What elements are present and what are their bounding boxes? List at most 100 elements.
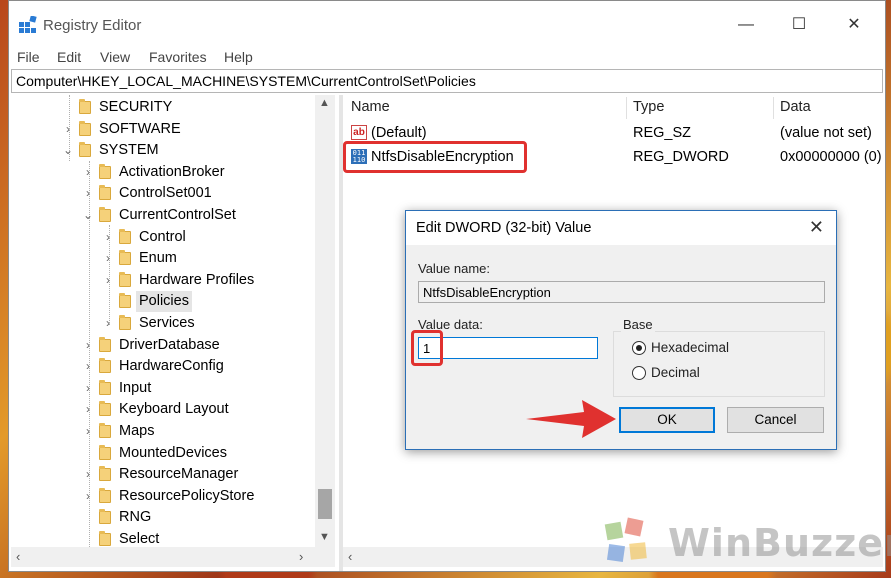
close-button[interactable]: ✕ <box>831 9 877 41</box>
chevron-down-icon[interactable]: ⌄ <box>61 140 75 161</box>
radio-decimal-label[interactable]: Decimal <box>651 365 700 380</box>
window-title: Registry Editor <box>43 17 142 34</box>
scroll-up-arrow-icon[interactable]: ▲ <box>319 97 330 109</box>
ok-button[interactable]: OK <box>619 407 715 433</box>
tree-item-label: ActivationBroker <box>119 163 225 180</box>
radio-decimal[interactable] <box>632 366 646 380</box>
tree-item-security[interactable]: SECURITY <box>11 97 311 118</box>
folder-icon <box>99 379 111 395</box>
menu-bar: File Edit View Favorites Help <box>9 45 885 69</box>
tree-item-label: HardwareConfig <box>119 358 224 375</box>
menu-favorites[interactable]: Favorites <box>149 49 207 65</box>
winbuzzer-logo-icon <box>604 517 647 563</box>
chevron-right-icon[interactable]: › <box>81 399 95 420</box>
tree-item-services[interactable]: › Services <box>11 313 311 334</box>
red-arrow-pointer-icon <box>526 400 616 438</box>
tree-item-label: Maps <box>119 423 155 439</box>
folder-icon <box>79 120 91 136</box>
value-data-input[interactable]: 1 <box>418 337 598 359</box>
tree-item-hardwareconfig[interactable]: › HardwareConfig <box>11 356 311 377</box>
tree-vertical-scrollbar[interactable]: ▲ ▼ <box>315 95 335 547</box>
dialog-close-icon[interactable]: ✕ <box>809 217 824 238</box>
tree-horizontal-scrollbar[interactable]: ‹ › <box>11 547 335 567</box>
chevron-right-icon[interactable]: › <box>101 227 115 248</box>
cancel-button[interactable]: Cancel <box>727 407 824 433</box>
chevron-right-icon[interactable]: › <box>101 270 115 291</box>
folder-icon <box>99 336 111 352</box>
base-group-label: Base <box>621 317 655 332</box>
tree-item-driverdatabase[interactable]: › DriverDatabase <box>11 335 311 356</box>
folder-icon <box>79 142 91 158</box>
folder-icon <box>99 509 111 525</box>
scroll-left-arrow-icon[interactable]: ‹ <box>348 549 352 564</box>
chevron-right-icon[interactable]: › <box>101 313 115 334</box>
tree-item-maps[interactable]: › Maps <box>11 421 311 442</box>
folder-icon <box>119 250 131 266</box>
tree-item-label: ControlSet001 <box>119 185 212 202</box>
scroll-left-arrow-icon[interactable]: ‹ <box>16 549 20 564</box>
tree-item-resourcepolicystore[interactable]: › ResourcePolicyStore <box>11 486 311 507</box>
tree-item-label: Control <box>139 228 186 245</box>
scroll-down-arrow-icon[interactable]: ▼ <box>319 531 330 543</box>
tree-item-rng[interactable]: RNG <box>11 507 311 528</box>
chevron-right-icon[interactable]: › <box>81 486 95 507</box>
column-header-data[interactable]: Data <box>780 99 811 115</box>
chevron-right-icon[interactable]: › <box>81 356 95 377</box>
chevron-right-icon[interactable]: › <box>81 464 95 485</box>
chevron-right-icon[interactable]: › <box>81 162 95 183</box>
tree-item-enum[interactable]: › Enum <box>11 248 311 269</box>
tree-item-activationbroker[interactable]: › ActivationBroker <box>11 162 311 183</box>
chevron-right-icon[interactable]: › <box>61 119 75 140</box>
value-name-field: NtfsDisableEncryption <box>418 281 825 303</box>
scroll-right-arrow-icon[interactable]: › <box>299 549 303 564</box>
folder-icon <box>99 487 111 503</box>
highlight-box-value-name <box>343 141 527 173</box>
title-bar: Registry Editor — ☐ ✕ <box>9 1 885 45</box>
chevron-right-icon[interactable]: › <box>81 183 95 204</box>
watermark: WinBuzzer <box>600 515 891 570</box>
menu-help[interactable]: Help <box>224 49 253 65</box>
watermark-text: WinBuzzer <box>668 521 891 565</box>
chevron-right-icon[interactable]: › <box>81 335 95 356</box>
column-header-type[interactable]: Type <box>633 99 664 115</box>
tree-item-controlset001[interactable]: › ControlSet001 <box>11 183 311 204</box>
menu-edit[interactable]: Edit <box>57 49 81 65</box>
column-separator[interactable] <box>626 97 627 119</box>
tree-item-system[interactable]: ⌄ SYSTEM <box>11 140 311 161</box>
tree-item-policies[interactable]: Policies <box>11 291 311 313</box>
tree-item-label: MountedDevices <box>119 444 227 461</box>
chevron-right-icon[interactable]: › <box>101 248 115 269</box>
chevron-right-icon[interactable]: › <box>81 378 95 399</box>
tree-item-mounteddevices[interactable]: MountedDevices <box>11 443 311 464</box>
column-separator[interactable] <box>773 97 774 119</box>
tree-item-resourcemanager[interactable]: › ResourceManager <box>11 464 311 485</box>
tree-item-label: SECURITY <box>99 99 173 115</box>
folder-icon <box>99 444 111 460</box>
dialog-title: Edit DWORD (32-bit) Value <box>416 220 592 236</box>
tree-scroll-thumb[interactable] <box>318 489 332 519</box>
column-header-name[interactable]: Name <box>351 99 390 115</box>
radio-hexadecimal-label[interactable]: Hexadecimal <box>651 340 729 355</box>
address-bar[interactable]: Computer\HKEY_LOCAL_MACHINE\SYSTEM\Curre… <box>11 69 883 93</box>
folder-icon <box>119 271 131 287</box>
folder-icon <box>119 228 131 244</box>
chevron-right-icon[interactable]: › <box>81 421 95 442</box>
tree-item-label: CurrentControlSet <box>119 207 236 223</box>
dialog-title-bar: Edit DWORD (32-bit) Value ✕ <box>406 211 836 245</box>
edit-dword-dialog: Edit DWORD (32-bit) Value ✕ Value name: … <box>405 210 837 450</box>
tree-item-control[interactable]: › Control <box>11 227 311 248</box>
menu-view[interactable]: View <box>100 49 130 65</box>
tree-item-hardware-profiles[interactable]: › Hardware Profiles <box>11 270 311 291</box>
value-type: REG_SZ <box>633 125 692 141</box>
tree-item-label: Input <box>119 379 152 396</box>
maximize-button[interactable]: ☐ <box>776 9 822 41</box>
tree-item-currentcontrolset[interactable]: ⌄ CurrentControlSet <box>11 205 311 226</box>
chevron-down-icon[interactable]: ⌄ <box>81 205 95 226</box>
radio-hexadecimal[interactable] <box>632 341 646 355</box>
menu-file[interactable]: File <box>17 49 40 65</box>
tree-item-input[interactable]: › Input <box>11 378 311 399</box>
tree-item-keyboard-layout[interactable]: › Keyboard Layout <box>11 399 311 420</box>
minimize-button[interactable]: — <box>723 9 769 41</box>
folder-icon <box>99 531 111 546</box>
tree-item-software[interactable]: › SOFTWARE <box>11 119 311 140</box>
